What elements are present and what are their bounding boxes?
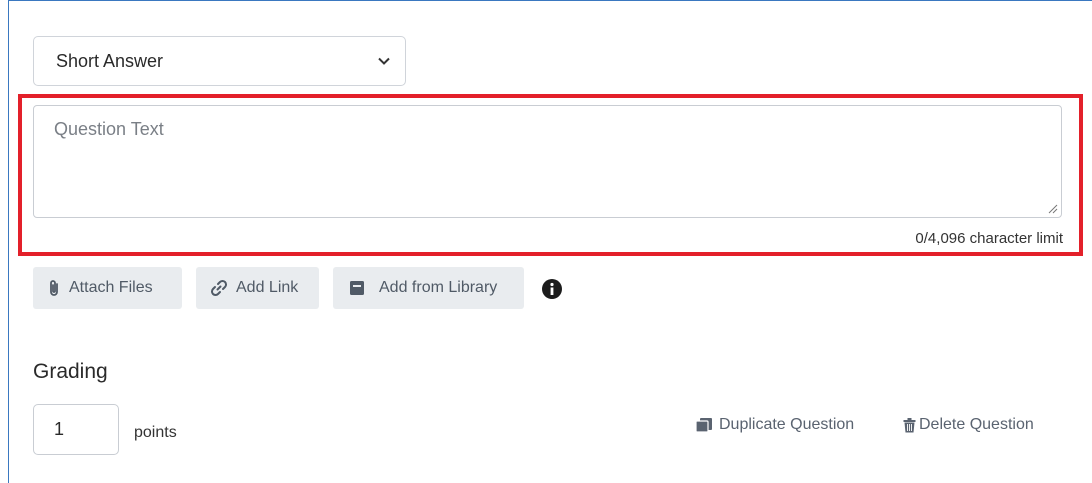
grading-heading: Grading xyxy=(33,360,108,383)
question-type-value: Short Answer xyxy=(56,50,164,71)
delete-question-button[interactable]: Delete Question xyxy=(903,416,1034,434)
trash-icon xyxy=(903,417,916,432)
character-limit: 0/4,096 character limit xyxy=(915,230,1063,247)
info-icon[interactable] xyxy=(541,278,563,300)
copy-icon xyxy=(695,418,712,433)
add-from-library-label: Add from Library xyxy=(379,279,498,296)
points-label: points xyxy=(134,424,177,441)
question-text-area[interactable]: Question Text xyxy=(33,105,1062,218)
question-type-select[interactable]: Short Answer xyxy=(33,36,406,86)
add-link-button[interactable]: Add Link xyxy=(196,267,319,309)
attach-files-label: Attach Files xyxy=(69,279,153,296)
question-text-placeholder: Question Text xyxy=(54,119,164,139)
duplicate-question-button[interactable]: Duplicate Question xyxy=(695,416,854,434)
chevron-down-icon xyxy=(378,57,390,65)
points-input[interactable]: 1 xyxy=(33,404,119,455)
add-from-library-button[interactable]: Add from Library xyxy=(333,267,524,309)
points-value: 1 xyxy=(54,419,65,439)
library-icon xyxy=(350,281,364,295)
duplicate-question-label: Duplicate Question xyxy=(719,416,855,433)
attach-files-button[interactable]: Attach Files xyxy=(33,267,182,309)
resize-handle-icon[interactable] xyxy=(1046,202,1058,214)
delete-question-label: Delete Question xyxy=(919,416,1034,433)
add-link-label: Add Link xyxy=(236,279,299,296)
link-icon xyxy=(210,279,228,297)
paperclip-icon xyxy=(50,280,58,296)
